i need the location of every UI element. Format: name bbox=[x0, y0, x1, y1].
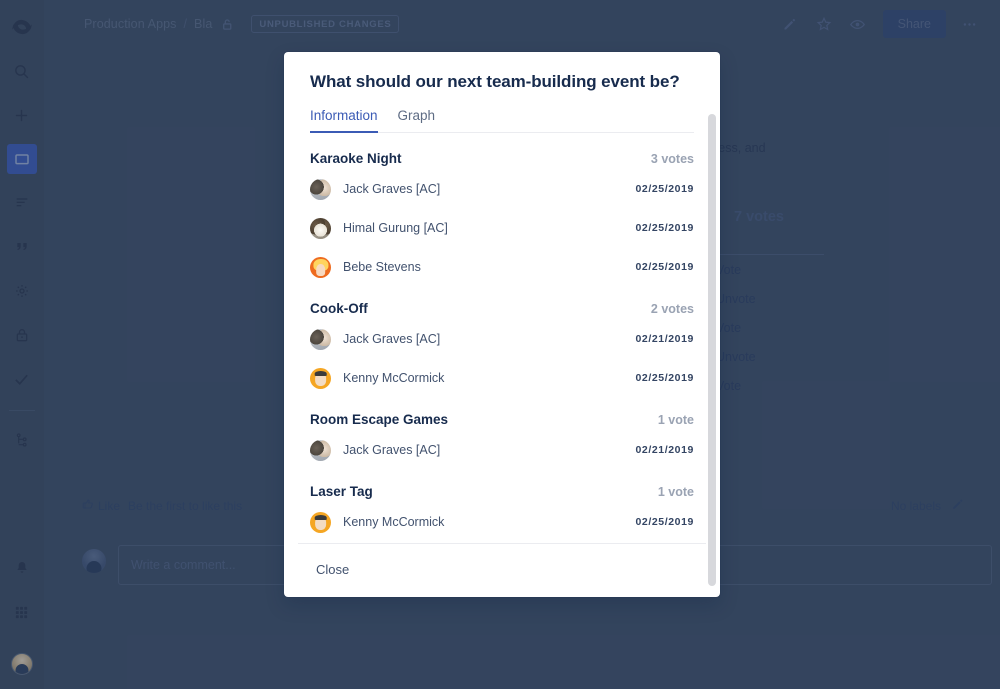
voter-name[interactable]: Kenny McCormick bbox=[343, 515, 444, 529]
voter-name[interactable]: Jack Graves [AC] bbox=[343, 443, 440, 457]
voter-row: Kenny McCormick 02/25/2019 bbox=[310, 506, 694, 538]
voter-date: 02/25/2019 bbox=[635, 516, 694, 528]
poll-option-name: Cook-Off bbox=[310, 301, 368, 316]
poll-option-header: Room Escape Games 1 vote bbox=[310, 394, 694, 427]
voter-date: 02/25/2019 bbox=[635, 222, 694, 234]
tab-graph[interactable]: Graph bbox=[398, 108, 436, 133]
poll-option-name: Karaoke Night bbox=[310, 151, 402, 166]
modal-tabs: Information Graph bbox=[310, 92, 694, 133]
voter-row: Kenny McCormick 02/25/2019 bbox=[310, 362, 694, 394]
avatar bbox=[310, 328, 331, 350]
voter-name[interactable]: Jack Graves [AC] bbox=[343, 182, 440, 196]
avatar bbox=[310, 256, 331, 278]
poll-option-votes: 2 votes bbox=[650, 302, 694, 316]
voter-row: Bebe Stevens 02/25/2019 bbox=[310, 251, 694, 283]
poll-option-header: Cook-Off 2 votes bbox=[310, 283, 694, 316]
voter-date: 02/21/2019 bbox=[635, 333, 694, 345]
voter-row: Jack Graves [AC] 02/21/2019 bbox=[310, 434, 694, 466]
modal-footer: Close bbox=[298, 543, 706, 597]
tab-information[interactable]: Information bbox=[310, 108, 378, 133]
avatar bbox=[310, 217, 331, 239]
voter-date: 02/21/2019 bbox=[635, 444, 694, 456]
poll-details-modal: What should our next team-building event… bbox=[284, 52, 720, 597]
close-button[interactable]: Close bbox=[310, 558, 355, 581]
voter-row: Jack Graves [AC] 02/25/2019 bbox=[310, 173, 694, 205]
voter-name[interactable]: Kenny McCormick bbox=[343, 371, 444, 385]
avatar bbox=[310, 178, 331, 200]
modal-scrollbar[interactable] bbox=[708, 114, 716, 592]
voter-name[interactable]: Himal Gurung [AC] bbox=[343, 221, 448, 235]
voter-name[interactable]: Jack Graves [AC] bbox=[343, 332, 440, 346]
poll-option-votes: 3 votes bbox=[650, 152, 694, 166]
poll-option-name: Laser Tag bbox=[310, 484, 373, 499]
modal-title: What should our next team-building event… bbox=[310, 72, 680, 91]
avatar bbox=[310, 439, 331, 461]
voter-date: 02/25/2019 bbox=[635, 261, 694, 273]
voter-row: Jack Graves [AC] 02/21/2019 bbox=[310, 323, 694, 355]
voter-name[interactable]: Bebe Stevens bbox=[343, 260, 421, 274]
modal-scrollbar-thumb[interactable] bbox=[708, 114, 716, 586]
avatar bbox=[310, 367, 331, 389]
poll-option-header: Laser Tag 1 vote bbox=[310, 466, 694, 499]
avatar bbox=[310, 511, 331, 533]
modal-body: Karaoke Night 3 votes Jack Graves [AC] 02/2… bbox=[284, 133, 720, 543]
poll-option-votes: 1 vote bbox=[657, 413, 694, 427]
poll-option-header: Karaoke Night 3 votes bbox=[310, 133, 694, 166]
poll-option-name: Room Escape Games bbox=[310, 412, 449, 427]
voter-row: Himal Gurung [AC] 02/25/2019 bbox=[310, 212, 694, 244]
voter-date: 02/25/2019 bbox=[635, 183, 694, 195]
poll-option-votes: 1 vote bbox=[657, 485, 694, 499]
voter-date: 02/25/2019 bbox=[635, 372, 694, 384]
